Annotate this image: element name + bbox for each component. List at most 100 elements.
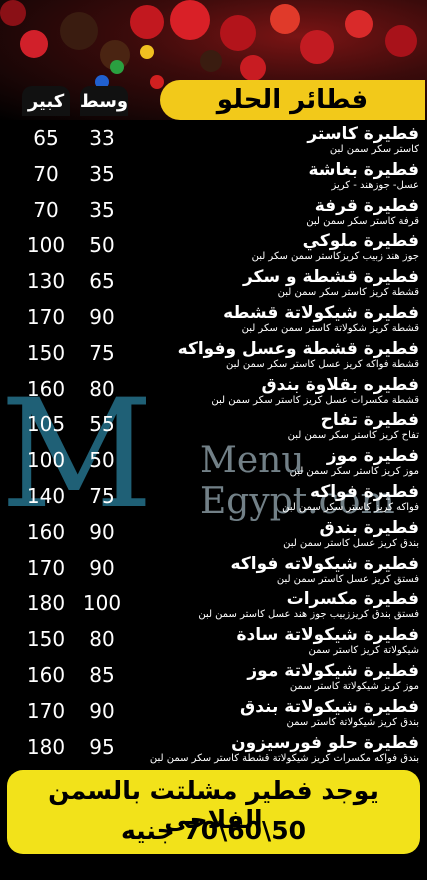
berry-shape	[20, 30, 48, 58]
berry-shape	[170, 0, 210, 40]
item-name: فطيرة شيكولاته فواكه	[230, 553, 419, 574]
item-name: فطيرة شيكولاتة سادة	[236, 625, 420, 646]
menu-item: 180 100 فطيرة مكسرات فستق بندق كريززبيب جوز…	[0, 589, 427, 625]
item-description: فواكه كريز كاستر سكر سمن لبن	[282, 502, 419, 513]
item-name: فطيرة قشطة وعسل وفواكه	[177, 338, 419, 359]
price-large: 70	[33, 161, 59, 186]
price-medium: 85	[89, 663, 115, 687]
price-medium: 35	[89, 197, 115, 222]
menu-item: 130 65 فطيرة قشطة و سكر قشطة كريز كاستر سكر…	[0, 267, 427, 303]
menu-title-banner: فطائر الحلو	[160, 80, 425, 120]
item-name: فطيرة بغاشة	[308, 159, 419, 180]
item-description: قرفة كاستر سكر سمن لبن	[306, 215, 419, 227]
item-description: قشطة كريز كاستر سكر سمن لبن	[277, 287, 419, 299]
menu-item: 170 90 فطيرة شيكولاتة بندق بندق كريز شيكولا…	[0, 697, 427, 733]
candy-shape	[150, 75, 164, 89]
menu-item: 150 75 فطيرة قشطة وعسل وفواكه قشطة فواكه كر…	[0, 339, 427, 375]
chocolate-ball-shape	[200, 50, 222, 72]
price-large: 180	[26, 591, 66, 616]
berry-shape	[270, 4, 300, 34]
item-name: فطيرة ملوكي	[302, 231, 419, 252]
item-description: قشطة فواكه كريز عسل كاستر سكر سمن لبن	[226, 358, 419, 370]
menu-item: 100 50 فطيرة ملوكي جوز هند زبيب كريزكاستر س…	[0, 231, 427, 267]
column-header-large-label: كبير	[27, 90, 65, 112]
footer-note: يوجد فطير مشلتت بالسمن الفلاحى 50\60\70 …	[7, 770, 420, 854]
berry-shape	[0, 0, 26, 26]
item-name: فطيرة حلو فورسيزون	[231, 732, 419, 753]
menu-item: 70 35 فطيرة قرفة قرفة كاستر سكر سمن لبن	[0, 196, 427, 232]
chocolate-ball-shape	[60, 12, 98, 50]
price-medium: 35	[89, 161, 115, 186]
menu-item: 65 33 فطيرة كاستر كاستر سكر سمن لبن	[0, 124, 427, 160]
price-large: 105	[26, 412, 66, 437]
item-description: شيكولاتة كريز كاستر سمن	[308, 645, 419, 657]
column-header-large: كبير	[22, 86, 70, 116]
price-medium: 100	[82, 591, 122, 616]
item-name: فطيرة شيكولاتة موز	[247, 661, 419, 681]
item-name: فطيرة شيكولاتة قشطه	[223, 303, 419, 323]
price-large: 100	[26, 448, 66, 473]
item-description: بندق كريز شيكولاتة كاستر سمن	[286, 716, 419, 728]
menu-item: 150 80 فطيرة شيكولاتة سادة شيكولاتة كريز كا…	[0, 625, 427, 661]
price-large: 180	[26, 734, 66, 759]
price-large: 140	[26, 484, 66, 508]
menu-item: 160 80 فطيره بقلاوة بندق قشطة مكسرات عسل كر…	[0, 375, 427, 411]
item-description: فستق كريز عسل كاستر سمن لبن	[276, 573, 419, 585]
menu-item: 70 35 فطيرة بغاشة عسل- جوزهند - كريز	[0, 160, 427, 196]
item-description: عسل- جوزهند - كريز	[331, 179, 419, 191]
menu-item: 180 95 فطيرة حلو فورسيزون بندق فواكه مكسرات…	[0, 733, 427, 769]
item-description: جوز هند زبيب كريزكاستر سمن سكر لبن	[251, 251, 419, 263]
item-description: كاستر سكر سمن لبن	[329, 144, 419, 155]
price-medium: 90	[89, 555, 115, 580]
item-name: فطيره بقلاوة بندق	[261, 374, 419, 395]
price-large: 170	[26, 305, 66, 329]
item-name: فطيرة تفاح	[320, 410, 419, 431]
price-large: 160	[26, 376, 66, 401]
price-large: 170	[26, 698, 66, 723]
price-large: 150	[26, 340, 66, 365]
item-description: فستق بندق كريززبيب جوز هند عسل كاستر سمن…	[198, 609, 419, 621]
price-medium: 65	[89, 269, 115, 294]
item-name: فطيرة شيكولاتة بندق	[240, 696, 419, 717]
item-description: قشطة مكسرات عسل كريز كاستر سكر سمن لبن	[211, 394, 419, 406]
item-description: موز كريز كاستر سكر سمن لبن	[289, 466, 419, 478]
menu-item: 160 85 فطيرة شيكولاتة موز موز كريز شيكولاتة…	[0, 661, 427, 697]
price-medium: 95	[89, 734, 115, 759]
menu-item: 170 90 فطيرة شيكولاته فواكه فستق كريز عسل ك…	[0, 554, 427, 590]
berry-shape	[220, 15, 256, 51]
candy-shape	[110, 60, 124, 74]
menu-item: 100 50 فطيرة موز موز كريز كاستر سكر سمن لبن	[0, 446, 427, 482]
price-large: 160	[26, 663, 66, 687]
price-medium: 50	[89, 448, 115, 473]
price-medium: 80	[89, 627, 115, 652]
price-medium: 33	[89, 126, 115, 150]
price-medium: 80	[89, 376, 115, 401]
menu-title: فطائر الحلو	[216, 85, 369, 115]
price-large: 170	[26, 555, 66, 580]
menu-item: 140 75 فطيرة فواكه فواكه كريز كاستر سكر سمن…	[0, 482, 427, 518]
price-medium: 55	[89, 412, 115, 437]
item-description: قشطة كريز شكولاتة كاستر سمن سكر لبن	[241, 323, 419, 334]
berry-shape	[300, 30, 334, 64]
price-large: 160	[26, 519, 66, 544]
item-description: بندق كريز عسل كاستر سمن لبن	[283, 537, 419, 549]
price-large: 130	[26, 269, 66, 294]
price-medium: 50	[89, 233, 115, 258]
item-name: فطيرة بندق	[319, 517, 419, 538]
menu-item: 160 90 فطيرة بندق بندق كريز عسل كاستر سمن ل…	[0, 518, 427, 554]
berry-shape	[385, 25, 417, 57]
item-description: موز كريز شيكولاتة كاستر سمن	[289, 681, 419, 692]
candy-shape	[140, 45, 154, 59]
item-description: بندق فواكه مكسرات كريز شيكولاتة قشطة كاس…	[149, 752, 419, 764]
price-medium: 90	[89, 519, 115, 544]
column-header-medium: وسط	[80, 86, 128, 116]
item-name: فطيرة موز	[326, 446, 419, 467]
price-medium: 90	[89, 305, 115, 329]
berry-shape	[240, 55, 266, 81]
item-name: فطيرة قرفة	[314, 195, 419, 216]
price-large: 65	[33, 126, 59, 150]
column-header-medium-label: وسط	[79, 90, 129, 112]
item-name: فطيرة قشطة و سكر	[242, 267, 419, 288]
price-medium: 75	[89, 340, 115, 365]
item-name: فطيرة فواكه	[310, 482, 419, 502]
